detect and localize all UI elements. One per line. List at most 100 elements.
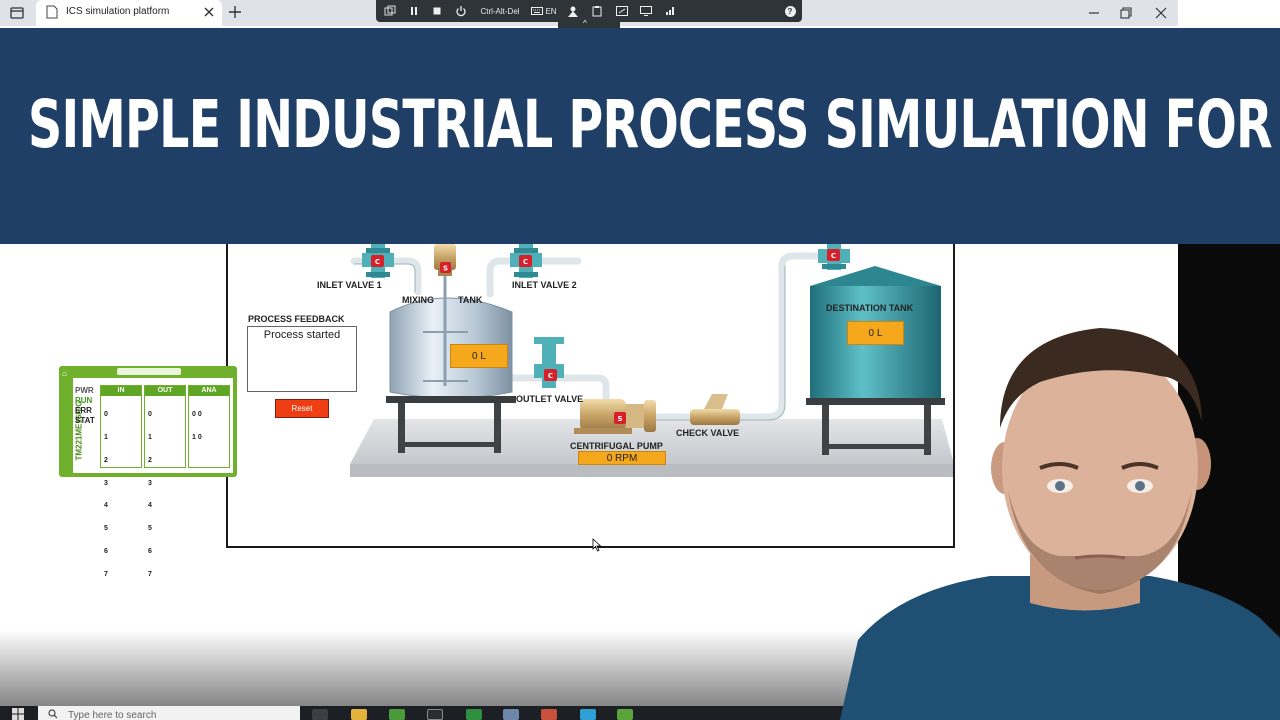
analog-1: 1 0 (192, 433, 202, 441)
plc-analog-column: ANA 0 0 1 0 (188, 385, 230, 468)
tab-title: ICS simulation platform (66, 6, 170, 17)
search-placeholder: Type here to search (68, 710, 157, 720)
app-icon-eye[interactable] (503, 709, 519, 720)
minimize-icon[interactable] (1086, 5, 1102, 21)
inputs-header: IN (101, 386, 141, 396)
output-4: 4 (148, 502, 152, 510)
windows-start-icon[interactable] (12, 708, 24, 720)
inlet-valve-1-badge: C (375, 258, 380, 266)
pause-icon[interactable] (406, 3, 422, 19)
banner-title: SIMPLE INDUSTRIAL PROCESS SIMULATION FOR… (28, 86, 1280, 163)
inlet-valve-2-badge: C (523, 258, 528, 266)
close-tab-icon[interactable] (202, 5, 216, 19)
input-3: 3 (104, 479, 108, 487)
stat-indicator: STAT (75, 416, 95, 425)
process-feedback-box: Process started (247, 326, 357, 392)
mixing-tank-level: 0 L (450, 344, 508, 368)
remote-session-toolbar: Ctrl-Alt-Del EN ? (376, 0, 802, 22)
app-icon-green-1[interactable] (389, 709, 405, 720)
output-2: 2 (148, 456, 152, 464)
plc-collapse-tab[interactable] (117, 368, 181, 375)
pump-badge: S (617, 415, 622, 423)
chevron-up-icon[interactable]: ^ (583, 19, 587, 28)
tank-label: TANK (458, 295, 483, 305)
check-valve-label: CHECK VALVE (676, 428, 740, 438)
presenter-pupil-left (1055, 481, 1065, 491)
keyboard-language-label: EN (545, 6, 557, 16)
search-icon (48, 709, 58, 719)
pwr-indicator: PWR (75, 386, 94, 395)
output-0: 0 (148, 411, 152, 419)
new-tab-icon[interactable] (227, 4, 243, 20)
title-banner: SIMPLE INDUSTRIAL PROCESS SIMULATION FOR… (0, 28, 1280, 244)
keyboard-icon (531, 7, 544, 15)
destination-tank-label: DESTINATION TANK (826, 303, 914, 313)
terminal-icon[interactable] (427, 709, 443, 720)
user-icon[interactable] (565, 3, 581, 19)
inputs-list: 0 1 2 3 4 5 6 7 (101, 396, 141, 593)
mixer-motor-badge: S (443, 265, 448, 273)
mouse-cursor-icon (592, 538, 602, 552)
help-icon[interactable]: ? (782, 3, 798, 19)
keyboard-language-button[interactable]: EN (529, 3, 559, 19)
plc-inputs-column: IN 0 1 2 3 4 5 6 7 (100, 385, 142, 578)
browser-app-icon[interactable] (580, 709, 596, 720)
process-feedback-label: PROCESS FEEDBACK (248, 314, 345, 324)
centrifugal-pump-label: CENTRIFUGAL PUMP (570, 441, 663, 451)
presenter-pupil-right (1135, 481, 1145, 491)
output-6: 6 (148, 547, 152, 555)
input-6: 6 (104, 547, 108, 555)
input-2: 2 (104, 456, 108, 464)
input-0: 0 (104, 411, 108, 419)
presenter-webcam-overlay (840, 328, 1280, 720)
task-view-icon[interactable] (312, 709, 328, 720)
analog-0: 0 0 (192, 411, 202, 419)
taskbar-search-input[interactable]: Type here to search (38, 706, 300, 720)
file-explorer-icon[interactable] (351, 709, 367, 720)
reset-button[interactable]: Reset (275, 399, 329, 418)
destination-valve-badge: C (831, 252, 836, 260)
output-3: 3 (148, 479, 152, 487)
clipboard-icon[interactable] (589, 3, 605, 19)
restore-icon[interactable] (1118, 5, 1134, 21)
ctrl-alt-del-button[interactable]: Ctrl-Alt-Del (476, 3, 524, 19)
pump-speed-display: 0 RPM (578, 451, 666, 465)
input-5: 5 (104, 525, 108, 533)
analog-list: 0 0 1 0 (189, 396, 229, 457)
err-indicator: ERR (75, 406, 92, 415)
plc-status-panel: TM221ME16R/G PWR RUN ERR STAT IN 0 1 2 3… (73, 378, 233, 578)
run-indicator: RUN (75, 396, 93, 405)
outputs-list: 0 1 2 3 4 5 6 7 (145, 396, 185, 593)
output-5: 5 (148, 525, 152, 533)
session-windows-icon[interactable] (382, 3, 398, 19)
output-7: 7 (148, 570, 152, 578)
analog-header: ANA (189, 386, 229, 396)
outlet-valve-label: OUTLET VALVE (516, 394, 584, 404)
inlet-valve-2-label: INLET VALVE 2 (512, 280, 577, 290)
monitor-icon[interactable] (638, 3, 654, 19)
page-icon (46, 5, 58, 19)
inlet-valve-1-label: INLET VALVE 1 (317, 280, 382, 290)
stop-icon[interactable] (429, 3, 445, 19)
fit-screen-icon[interactable] (614, 3, 630, 19)
outlet-valve-badge: C (548, 372, 553, 380)
mixing-label: MIXING (402, 295, 435, 305)
power-icon[interactable] (453, 3, 469, 19)
input-7: 7 (104, 570, 108, 578)
clock-app-icon[interactable] (541, 709, 557, 720)
app-icon-green-2[interactable] (466, 709, 482, 720)
tab-ics-simulation[interactable]: ICS simulation platform (36, 0, 222, 26)
outputs-header: OUT (145, 386, 185, 396)
plc-module: ⌂ TM221ME16R/G PWR RUN ERR STAT IN 0 1 2… (59, 366, 237, 578)
close-window-icon[interactable] (1153, 5, 1169, 21)
help-glyph: ? (784, 5, 796, 17)
statistics-icon[interactable] (662, 3, 678, 19)
input-4: 4 (104, 502, 108, 510)
pin-icon[interactable]: ⌂ (62, 369, 67, 378)
browser-menu-icon[interactable] (8, 4, 26, 22)
feedback-message: Process started (263, 329, 341, 341)
input-1: 1 (104, 433, 108, 441)
app-icon-green-3[interactable] (617, 709, 633, 720)
pump-line (649, 252, 837, 421)
check-valve (690, 394, 740, 425)
